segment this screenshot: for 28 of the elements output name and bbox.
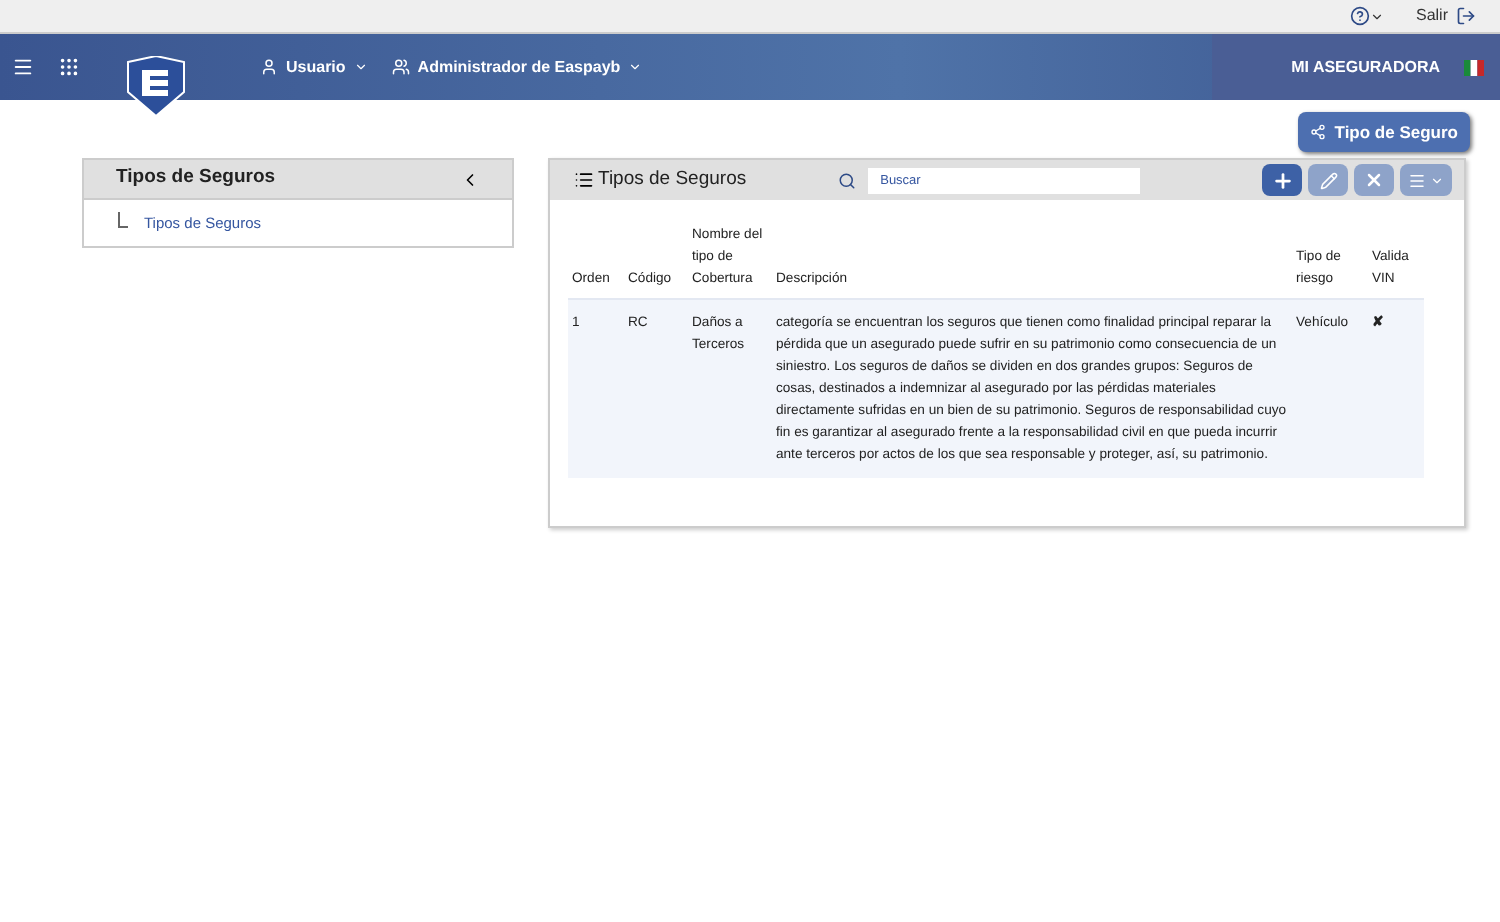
plus-icon	[1271, 169, 1293, 191]
group-icon	[391, 58, 410, 76]
header-menu[interactable]: Usuario	[286, 55, 346, 79]
logout-icon[interactable]	[1456, 6, 1476, 26]
link-icon	[1310, 124, 1327, 140]
panel-title: Tipos de Seguros	[116, 164, 276, 193]
flag-icon	[1464, 59, 1484, 75]
caret-icon	[353, 60, 368, 74]
caret-icon	[628, 60, 643, 74]
search-icon	[838, 171, 857, 189]
caret-icon	[1430, 173, 1444, 187]
menu-icon[interactable]	[12, 56, 34, 78]
header-menu[interactable]: Administrador de Easpayb	[417, 55, 621, 79]
close-icon	[1364, 170, 1384, 190]
menu-icon	[1408, 171, 1426, 189]
panel-title: Tipos de Seguros	[598, 165, 747, 194]
pencil-icon	[1319, 171, 1337, 189]
type-button[interactable]: Tipo de Seguro	[1298, 112, 1470, 152]
help-icon[interactable]	[1349, 6, 1370, 26]
list-icon	[574, 170, 594, 190]
shield-logo-icon	[124, 55, 188, 115]
company-name: MI ASEGURADORA	[1291, 55, 1440, 79]
caret-icon	[1369, 9, 1384, 23]
tree-connector-icon	[118, 212, 128, 229]
apps-icon[interactable]	[58, 56, 80, 78]
logout-link[interactable]: Salir	[1415, 4, 1448, 28]
user-icon	[260, 58, 278, 76]
add-button[interactable]	[1262, 164, 1302, 196]
